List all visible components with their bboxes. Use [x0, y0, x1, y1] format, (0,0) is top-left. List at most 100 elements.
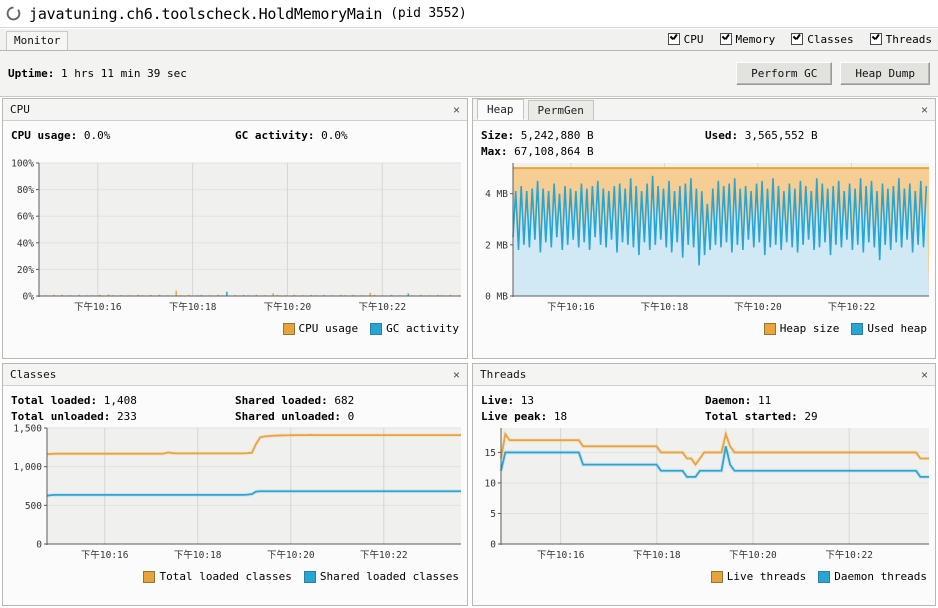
- gc-activity-value: 0.0%: [321, 129, 348, 142]
- svg-text:2 MB: 2 MB: [485, 240, 508, 251]
- svg-text:下午10:20: 下午10:20: [729, 549, 777, 561]
- svg-text:下午10:16: 下午10:16: [74, 301, 122, 313]
- svg-text:下午10:16: 下午10:16: [547, 301, 595, 313]
- legend-label: CPU usage: [298, 322, 359, 335]
- legend-item-cpu-usage[interactable]: CPU usage: [282, 322, 359, 335]
- svg-text:下午10:20: 下午10:20: [267, 549, 315, 561]
- classes-chart-plot: 0 500 1,000 1,500 下午10:16 下午10:18 下午10:20 下午10:…: [13, 424, 461, 561]
- checkbox-threads-label: Threads: [885, 32, 932, 46]
- close-icon[interactable]: ×: [453, 369, 460, 381]
- shared-loaded-value: 682: [334, 394, 355, 407]
- classes-chart[interactable]: 0 500 1,000 1,500 下午10:16 下午10:18 下午10:20 下午10:…: [3, 422, 467, 570]
- cpu-panel-header: CPU ×: [3, 99, 467, 121]
- svg-text:下午10:22: 下午10:22: [360, 549, 408, 561]
- legend-swatch-icon: [818, 570, 831, 583]
- svg-text:40%: 40%: [17, 238, 34, 249]
- close-icon[interactable]: ×: [453, 104, 460, 116]
- legend-swatch-icon: [710, 570, 723, 583]
- svg-text:下午10:16: 下午10:16: [81, 549, 129, 561]
- cpu-panel: CPU × CPU usage: 0.0% GC activity: 0.0% …: [2, 98, 468, 359]
- svg-text:10: 10: [485, 478, 497, 489]
- legend-label: GC activity: [386, 322, 459, 335]
- tab-monitor[interactable]: Monitor: [6, 30, 69, 50]
- checkbox-memory-label: Memory: [735, 32, 776, 46]
- legend-label: Daemon threads: [834, 570, 927, 583]
- svg-text:下午10:22: 下午10:22: [825, 549, 873, 561]
- checkbox-memory[interactable]: Memory: [719, 32, 776, 46]
- legend-swatch-icon: [851, 322, 864, 335]
- cpu-chart-plot: 0% 20% 40% 60% 80% 100% 下午10:16 下午10:18 下午10:20 下…: [11, 159, 461, 313]
- legend-label: Used heap: [867, 322, 927, 335]
- gc-activity-label: GC activity:: [235, 129, 315, 142]
- memory-panel-header: Heap PermGen ×: [473, 99, 935, 121]
- close-icon[interactable]: ×: [921, 104, 928, 116]
- cpu-chart[interactable]: 0% 20% 40% 60% 80% 100% 下午10:16 下午10:18 下午10:20 下…: [3, 157, 467, 322]
- legend-label: Live threads: [726, 570, 807, 583]
- perform-gc-button[interactable]: Perform GC: [736, 62, 833, 85]
- threads-chart[interactable]: 0 5 10 15 下午10:16 下午10:18 下午10:20 下午10:22: [473, 422, 935, 570]
- jconsole-loading-icon: [6, 6, 21, 21]
- legend-item-used-heap[interactable]: Used heap: [851, 322, 927, 335]
- svg-text:下午10:22: 下午10:22: [358, 301, 406, 313]
- svg-text:100%: 100%: [11, 159, 34, 170]
- toolbar-buttons: Perform GC Heap Dump: [736, 62, 930, 85]
- svg-text:0%: 0%: [23, 292, 35, 303]
- checkbox-checked-icon: [719, 33, 732, 45]
- legend-label: Total loaded classes: [159, 570, 292, 583]
- monitor-tab-strip: Monitor CPU Memory Classes Threads: [0, 28, 938, 51]
- shared-loaded-label: Shared loaded:: [235, 394, 328, 407]
- legend-label: Shared loaded classes: [319, 570, 459, 583]
- uptime: Uptime: 1 hrs 11 min 39 sec: [8, 67, 187, 80]
- classes-panel: Classes × Total loaded: 1,408 Shared loa…: [2, 363, 468, 606]
- heap-chart[interactable]: 0 MB 2 MB 4 MB 下午10:16 下午10:18 下午10:20 下午10:22: [473, 157, 935, 322]
- checkbox-cpu[interactable]: CPU: [667, 33, 704, 46]
- legend-item-live-threads[interactable]: Live threads: [710, 570, 807, 583]
- svg-text:下午10:18: 下午10:18: [169, 301, 217, 313]
- checkbox-threads[interactable]: Threads: [869, 32, 932, 46]
- svg-text:下午10:18: 下午10:18: [633, 549, 681, 561]
- window-pid: (pid 3552): [390, 6, 467, 21]
- heap-size-label: Size:: [481, 129, 515, 142]
- heap-used-value: 3,565,552 B: [744, 129, 818, 142]
- cpu-usage-value: 0.0%: [83, 129, 111, 142]
- classes-chart-legend: Total loaded classes Shared loaded class…: [3, 570, 467, 583]
- heap-dump-button[interactable]: Heap Dump: [840, 62, 930, 85]
- legend-item-total-loaded-classes[interactable]: Total loaded classes: [143, 570, 292, 583]
- threads-chart-plot: 0 5 10 15 下午10:16 下午10:18 下午10:20 下午10:22: [485, 426, 929, 561]
- svg-text:80%: 80%: [17, 185, 34, 196]
- metric-checkbox-group: CPU Memory Classes Threads: [667, 32, 938, 46]
- legend-swatch-icon: [763, 322, 776, 335]
- tab-heap[interactable]: Heap: [477, 99, 524, 120]
- svg-text:0: 0: [490, 540, 496, 551]
- threads-panel-header: Threads ×: [473, 364, 935, 386]
- svg-text:0 MB: 0 MB: [485, 292, 508, 303]
- svg-text:60%: 60%: [17, 212, 34, 223]
- legend-item-heap-size[interactable]: Heap size: [763, 322, 839, 335]
- checkbox-classes[interactable]: Classes: [791, 33, 854, 46]
- svg-text:下午10:20: 下午10:20: [264, 301, 312, 313]
- daemon-label: Daemon:: [705, 394, 752, 407]
- classes-panel-header: Classes ×: [3, 364, 467, 386]
- svg-text:下午10:22: 下午10:22: [828, 301, 876, 313]
- svg-text:1,500: 1,500: [13, 424, 42, 435]
- svg-text:1,000: 1,000: [13, 462, 42, 473]
- checkbox-checked-icon: [869, 33, 882, 45]
- heap-chart-plot: 0 MB 2 MB 4 MB 下午10:16 下午10:18 下午10:20 下午10:22: [485, 163, 929, 313]
- legend-item-gc-activity[interactable]: GC activity: [370, 322, 459, 335]
- jconsole-window: javatuning.ch6.toolscheck.HoldMemoryMain…: [0, 0, 938, 608]
- total-loaded-label: Total loaded:: [11, 394, 98, 407]
- tab-permgen[interactable]: PermGen: [527, 100, 594, 120]
- daemon-value: 11: [757, 394, 772, 407]
- close-icon[interactable]: ×: [921, 369, 928, 381]
- classes-panel-title: Classes: [10, 368, 57, 381]
- cpu-stats: CPU usage: 0.0% GC activity: 0.0%: [3, 121, 467, 157]
- cpu-chart-legend: CPU usage GC activity: [3, 322, 467, 335]
- uptime-value: 1 hrs 11 min 39 sec: [60, 67, 187, 80]
- svg-text:5: 5: [490, 509, 496, 520]
- svg-text:下午10:20: 下午10:20: [734, 301, 782, 313]
- memory-stats: Size: 5,242,880 B Used: 3,565,552 B Max:…: [473, 121, 935, 158]
- threads-chart-legend: Live threads Daemon threads: [473, 570, 935, 583]
- uptime-label: Uptime:: [8, 67, 55, 80]
- legend-item-shared-loaded-classes[interactable]: Shared loaded classes: [303, 570, 459, 583]
- legend-item-daemon-threads[interactable]: Daemon threads: [818, 570, 927, 583]
